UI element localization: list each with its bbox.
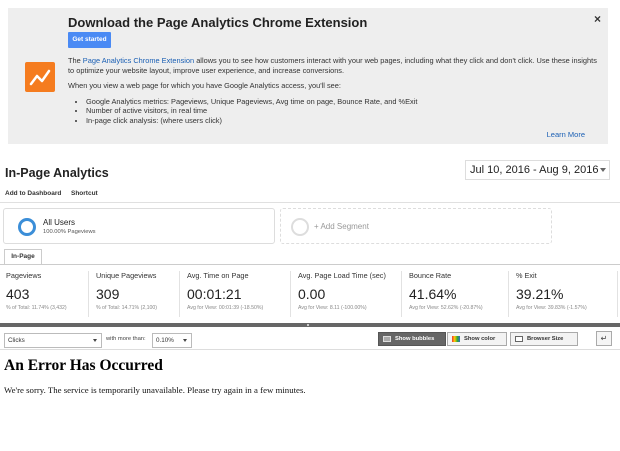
metric-pageviews: Pageviews 403 % of Total: 11.74% (3,432) [0,271,89,317]
color-palette-icon [452,336,460,342]
promo-title: Download the Page Analytics Chrome Exten… [68,15,368,30]
promo-subhead: When you view a web page for which you h… [68,81,341,91]
extension-link[interactable]: Page Analytics Chrome Extension [83,56,194,65]
browser-size-label: Browser Size [527,336,564,342]
date-range-label: Jul 10, 2016 - Aug 9, 2016 [470,164,599,176]
metric-label: Pageviews [6,271,42,280]
resize-handle[interactable] [0,323,620,327]
segment-ring-icon [18,218,36,236]
error-message: We're sorry. The service is temporarily … [4,385,306,395]
show-color-label: Show color [464,336,496,342]
extension-promo-banner: Download the Page Analytics Chrome Exten… [8,8,608,144]
metric-bounce-rate: Bounce Rate 41.64% Avg for View: 52.62% … [403,271,509,317]
show-bubbles-label: Show bubbles [395,336,435,342]
metric-select[interactable]: Clicks [4,333,102,348]
chevron-down-icon [183,339,187,342]
shortcut-button[interactable]: Shortcut [71,190,98,197]
metric-select-value: Clicks [8,337,25,344]
show-color-button[interactable]: Show color [447,332,507,346]
get-started-button[interactable]: Get started [68,32,111,48]
metric-value: 39.21% [516,286,564,302]
metric-comparison: Avg for View: 39.83% (-1.57%) [516,305,587,311]
promo-intro-prefix: The [68,56,83,65]
metric-label: % Exit [516,271,537,280]
tab-in-page[interactable]: In-Page [4,249,42,264]
list-item: Google Analytics metrics: Pageviews, Uni… [86,97,598,106]
error-title: An Error Has Occurred [4,357,163,374]
learn-more-link[interactable]: Learn More [547,130,585,139]
close-icon[interactable]: × [594,12,601,26]
add-to-dashboard-button[interactable]: Add to Dashboard [5,190,61,197]
more-than-label: with more than: [106,336,146,342]
bubbles-icon [383,336,391,342]
metric-value: 403 [6,286,30,302]
browser-window-icon [515,336,523,342]
segment-all-users[interactable]: All Users 100.00% Pageviews [3,208,275,244]
metric-label: Avg. Time on Page [187,271,249,280]
segment-name: All Users [43,218,76,227]
list-item: In-page click analysis: (where users cli… [86,116,598,125]
metric-comparison: % of Total: 14.71% (2,100) [96,305,158,311]
metric-value: 00:01:21 [187,286,242,302]
popout-icon[interactable]: ↵ [596,331,612,346]
threshold-select-value: 0.10% [156,337,174,344]
metric-avg-time-on-page: Avg. Time on Page 00:01:21 Avg for View:… [181,271,291,317]
metric-comparison: Avg for View: 52.62% (-20.87%) [409,305,483,311]
chevron-down-icon [93,339,97,342]
add-segment-label: + Add Segment [314,222,369,231]
metric-value: 0.00 [298,286,326,302]
metric-value: 309 [96,286,120,302]
list-item: Number of active visitors, in real time [86,106,598,115]
page-analytics-logo-icon [25,62,55,92]
promo-intro: The Page Analytics Chrome Extension allo… [68,56,598,75]
divider [0,264,620,265]
add-segment-button[interactable]: + Add Segment [280,208,552,244]
metric-comparison: Avg for View: 00:01:39 (-18.50%) [187,305,264,311]
promo-feature-list: Google Analytics metrics: Pageviews, Uni… [86,97,598,125]
metric-label: Unique Pageviews [96,271,157,280]
metric-unique-pageviews: Unique Pageviews 309 % of Total: 14.71% … [90,271,180,317]
divider [0,349,620,350]
metric-exit: % Exit 39.21% Avg for View: 39.83% (-1.5… [510,271,618,317]
page-title: In-Page Analytics [5,166,109,180]
segment-placeholder-icon [291,218,309,236]
metric-comparison: % of Total: 11.74% (3,432) [6,305,67,311]
promo-description: The Page Analytics Chrome Extension allo… [68,56,598,125]
grip-icon [307,324,309,326]
metric-comparison: Avg for View: 8.11 (-100.00%) [298,305,367,311]
show-bubbles-button[interactable]: Show bubbles [378,332,446,346]
metric-value: 41.64% [409,286,457,302]
divider [0,202,620,203]
metric-label: Bounce Rate [409,271,452,280]
segment-percentage: 100.00% Pageviews [43,229,96,235]
browser-size-button[interactable]: Browser Size [510,332,578,346]
metric-label: Avg. Page Load Time (sec) [298,271,386,280]
chevron-down-icon [600,168,606,172]
threshold-select[interactable]: 0.10% [152,333,192,348]
date-range-picker[interactable]: Jul 10, 2016 - Aug 9, 2016 [465,160,610,180]
metric-avg-page-load-time: Avg. Page Load Time (sec) 0.00 Avg for V… [292,271,402,317]
